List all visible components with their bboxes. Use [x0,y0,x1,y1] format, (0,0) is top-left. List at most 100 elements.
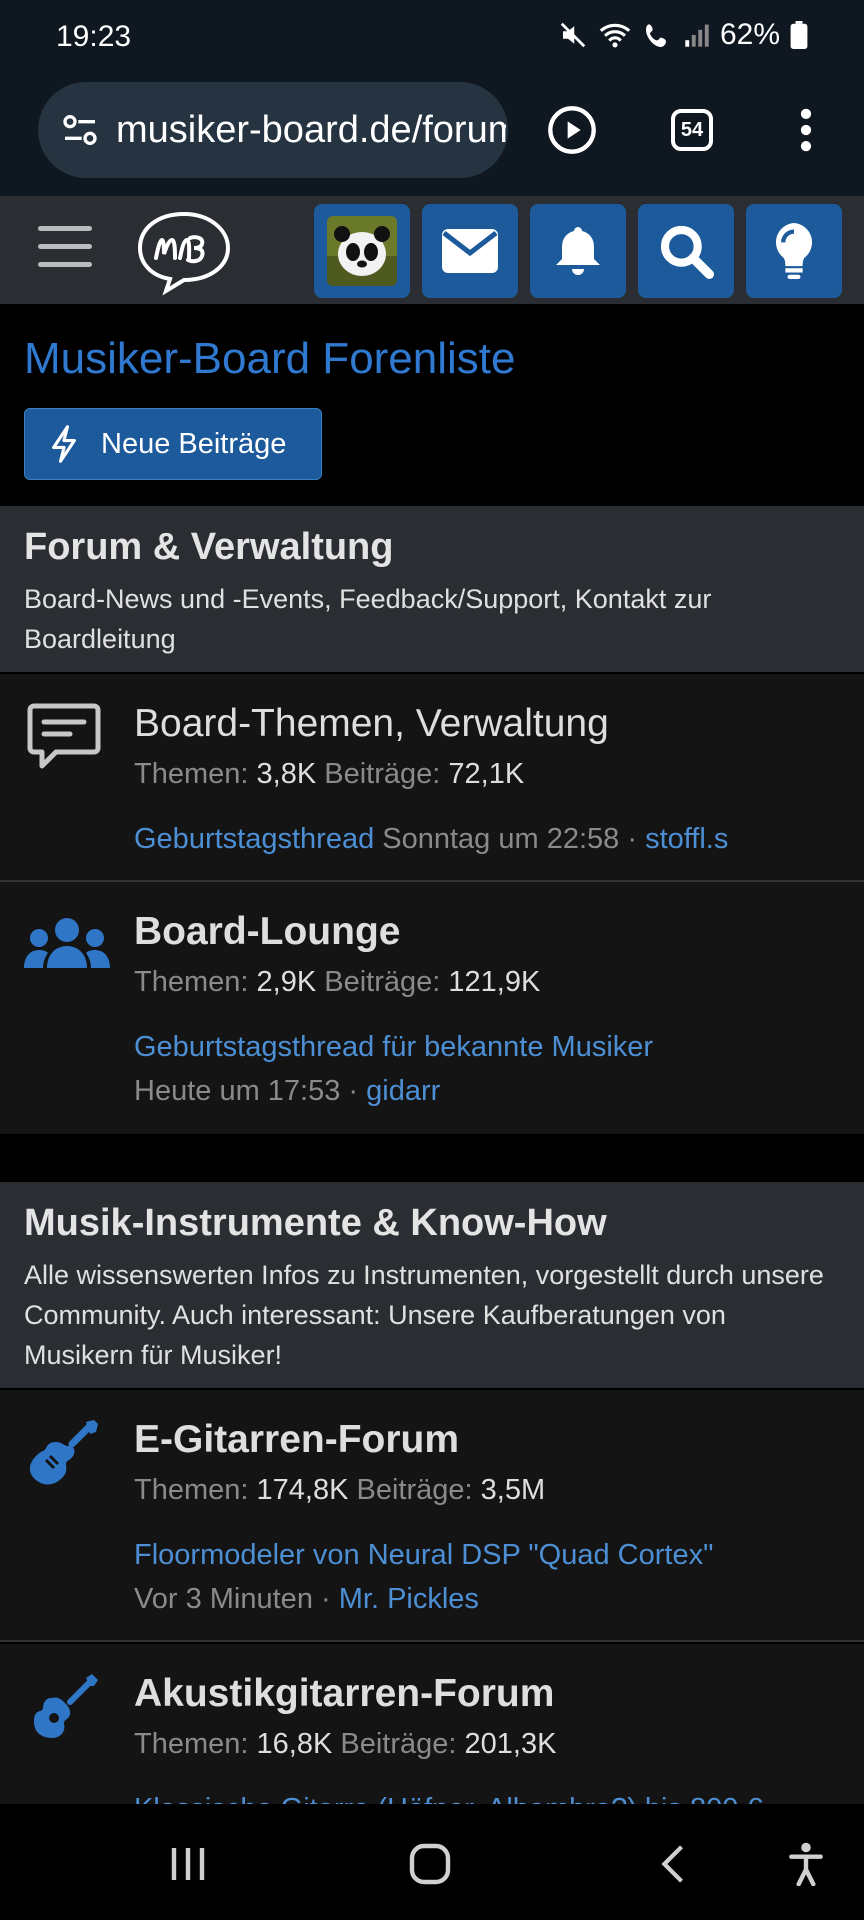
style-toggle-button[interactable] [746,204,842,298]
posts-label: Beiträge: [324,966,441,998]
last-user-link[interactable]: gidarr [366,1075,440,1107]
lightbulb-icon [775,223,813,279]
threads-count: 174,8K [256,1474,349,1506]
last-user-link[interactable]: stoffl.s [645,823,728,855]
last-thread-link[interactable]: Geburtstagsthread [134,823,374,855]
separator: · [321,1583,331,1615]
forum-node[interactable]: Board-Themen, Verwaltung Themen: 3,8K Be… [0,674,864,882]
separator: · [348,1075,359,1107]
last-post-time: Vor 3 Minuten [134,1583,313,1615]
category-title[interactable]: Musik-Instrumente & Know-How [24,1202,840,1245]
forum-stats: Themen: 16,8K Beiträge: 201,3K [134,1728,844,1761]
posts-count: 72,1K [448,758,525,790]
tab-count: 54 [671,109,713,151]
forum-title[interactable]: Akustikgitarren-Forum [134,1672,844,1716]
avatar [327,216,397,286]
last-post: Geburtstagsthread Sonntag um 22:58 · sto… [134,817,844,861]
category-description: Alle wissenswerten Infos zu Instrumenten… [24,1260,824,1370]
last-post-time: Heute um 17:53 [134,1075,341,1107]
page-title: Musiker-Board Forenliste [24,334,516,383]
mute-icon [558,20,588,50]
last-post: Klassische Gitarre (Höfner, Alhambra?) b… [134,1787,844,1804]
forum-node[interactable]: E-Gitarren-Forum Themen: 174,8K Beiträge… [0,1390,864,1642]
forum-stats: Themen: 3,8K Beiträge: 72,1K [134,758,844,791]
battery-level: 62% [719,18,780,51]
threads-label: Themen: [134,1474,249,1506]
play-button[interactable] [544,102,600,158]
category-header[interactable]: Forum & Verwaltung Board-News und -Event… [0,506,864,672]
threads-count: 16,8K [256,1728,333,1760]
home-button[interactable] [400,1834,460,1894]
envelope-icon [442,229,498,273]
more-vert-icon [800,108,812,152]
posts-label: Beiträge: [324,758,441,790]
last-user-link[interactable]: Mr. Pickles [339,1583,479,1615]
posts-count: 3,5M [480,1474,546,1506]
forum-node[interactable]: Akustikgitarren-Forum Themen: 16,8K Beit… [0,1644,864,1804]
threads-label: Themen: [134,1728,249,1760]
threads-label: Themen: [134,966,249,998]
recents-icon [171,1848,205,1880]
site-header [0,196,864,304]
last-thread-link[interactable]: Klassische Gitarre (Höfner, Alhambra?) b… [134,1793,763,1804]
signal-icon [684,21,710,49]
posts-count: 201,3K [464,1728,557,1760]
tabs-button[interactable]: 54 [664,102,720,158]
home-icon [409,1843,451,1885]
status-time: 19:23 [56,20,132,53]
search-button[interactable] [638,204,734,298]
inbox-button[interactable] [422,204,518,298]
accessibility-icon [789,1842,823,1886]
wifi-call-icon [642,20,674,50]
status-icons: 62% [558,18,808,52]
last-post: Geburtstagsthread für bekannte Musiker H… [134,1025,844,1113]
chat-icon [27,703,101,769]
new-posts-label: Neue Beiträge [101,427,287,460]
category-description: Board-News und -Events, Feedback/Support… [24,584,712,654]
wifi-icon [598,20,632,50]
status-bar: 19:23 62% [0,0,864,78]
recent-apps-button[interactable] [158,1834,218,1894]
category-title[interactable]: Forum & Verwaltung [24,526,840,569]
last-thread-link[interactable]: Floormodeler von Neural DSP "Quad Cortex… [134,1539,713,1571]
forum-node[interactable]: Board-Lounge Themen: 2,9K Beiträge: 121,… [0,882,864,1134]
threads-label: Themen: [134,758,249,790]
forum-stats: Themen: 174,8K Beiträge: 3,5M [134,1474,844,1507]
play-icon [548,106,596,154]
system-nav-bar [0,1804,864,1920]
separator: · [627,823,638,855]
bell-icon [556,227,600,275]
back-button[interactable] [642,1834,702,1894]
url-text[interactable]: musiker-board.de/forums/ [116,109,506,152]
site-logo[interactable] [132,206,236,296]
battery-icon [790,21,808,49]
browser-toolbar: musiker-board.de/forums/ 54 [0,78,864,196]
forum-title[interactable]: Board-Lounge [134,910,844,954]
address-bar[interactable]: musiker-board.de/forums/ [38,82,508,178]
new-posts-button[interactable]: Neue Beiträge [24,408,322,480]
alerts-button[interactable] [530,204,626,298]
last-post-time: Sonntag um 22:58 [382,823,620,855]
threads-count: 2,9K [256,966,317,998]
back-icon [661,1845,684,1883]
lightning-icon [52,425,76,463]
site-settings-icon[interactable] [60,110,100,150]
users-icon [24,918,110,968]
last-post: Floormodeler von Neural DSP "Quad Cortex… [134,1533,844,1621]
posts-label: Beiträge: [356,1474,473,1506]
search-icon [660,225,714,279]
category-header[interactable]: Musik-Instrumente & Know-How Alle wissen… [0,1182,864,1388]
browser-menu-button[interactable] [778,102,834,158]
last-thread-link[interactable]: Geburtstagsthread für bekannte Musiker [134,1031,653,1063]
acoustic-guitar-icon [34,1674,98,1738]
threads-count: 3,8K [256,758,317,790]
account-button[interactable] [314,204,410,298]
forum-title[interactable]: Board-Themen, Verwaltung [134,702,844,746]
posts-count: 121,9K [448,966,541,998]
forum-stats: Themen: 2,9K Beiträge: 121,9K [134,966,844,999]
menu-button[interactable] [38,226,92,274]
electric-guitar-icon [29,1420,98,1485]
forum-title[interactable]: E-Gitarren-Forum [134,1418,844,1462]
posts-label: Beiträge: [340,1728,457,1760]
accessibility-button[interactable] [776,1834,836,1894]
